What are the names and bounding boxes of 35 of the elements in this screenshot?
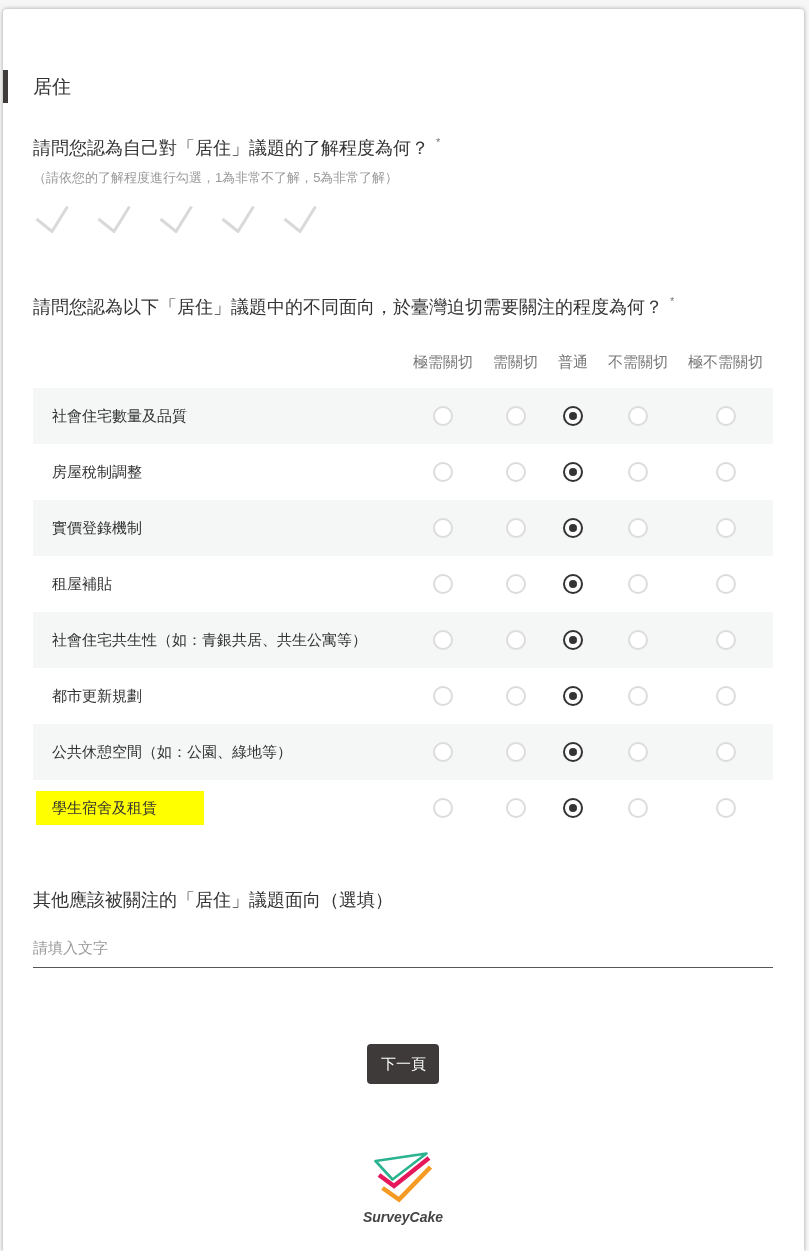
radio-button[interactable] — [563, 462, 583, 482]
question-title: 其他應該被關注的「居住」議題面向（選填） — [33, 889, 393, 912]
row-label: 租屋補貼 — [52, 574, 112, 594]
section-title: 居住 — [3, 70, 75, 103]
check-icon[interactable] — [159, 205, 193, 233]
column-header: 極需關切 — [403, 352, 483, 388]
check-icon[interactable] — [35, 205, 69, 233]
radio-button[interactable] — [563, 630, 583, 650]
brand-name: SurveyCake — [362, 1208, 444, 1226]
next-page-button[interactable]: 下一頁 — [367, 1044, 439, 1084]
radio-button[interactable] — [563, 686, 583, 706]
question-title: 請問您認為以下「居住」議題中的不同面向，於臺灣迫切需要關注的程度為何？ $^{*}$ — [33, 294, 675, 319]
row-label: 公共休憩空間（如：公園、綠地等） — [52, 742, 292, 762]
radio-button[interactable] — [563, 518, 583, 538]
column-header: 極不需關切 — [678, 352, 773, 388]
row-label: 社會住宅數量及品質 — [52, 406, 187, 426]
column-header: 不需關切 — [598, 352, 678, 388]
check-icon[interactable] — [283, 205, 317, 233]
check-icon[interactable] — [221, 205, 255, 233]
highlighted-row-label: 學生宿舍及租賃 — [36, 791, 204, 825]
check-icon[interactable] — [97, 205, 131, 233]
text-input-field[interactable]: 請填入文字 — [33, 928, 773, 968]
radio-button[interactable] — [563, 742, 583, 762]
radio-button[interactable] — [563, 574, 583, 594]
radio-button[interactable] — [563, 798, 583, 818]
column-header: 需關切 — [483, 352, 548, 388]
question-title: 請問您認為自己對「居住」議題的了解程度為何？ $^{*}$ — [33, 135, 441, 160]
logo-icon — [374, 1152, 432, 1203]
column-header: 普通 — [548, 352, 598, 388]
question-hint: （請依您的了解程度進行勾選，1為非常不了解，5為非常了解） — [33, 169, 399, 187]
row-label: 都市更新規劃 — [52, 686, 142, 706]
row-label: 實價登錄機制 — [52, 518, 142, 538]
radio-button[interactable] — [563, 406, 583, 426]
row-label: 社會住宅共生性（如：青銀共居、共生公寓等） — [52, 630, 367, 650]
row-label: 房屋稅制調整 — [52, 462, 142, 482]
